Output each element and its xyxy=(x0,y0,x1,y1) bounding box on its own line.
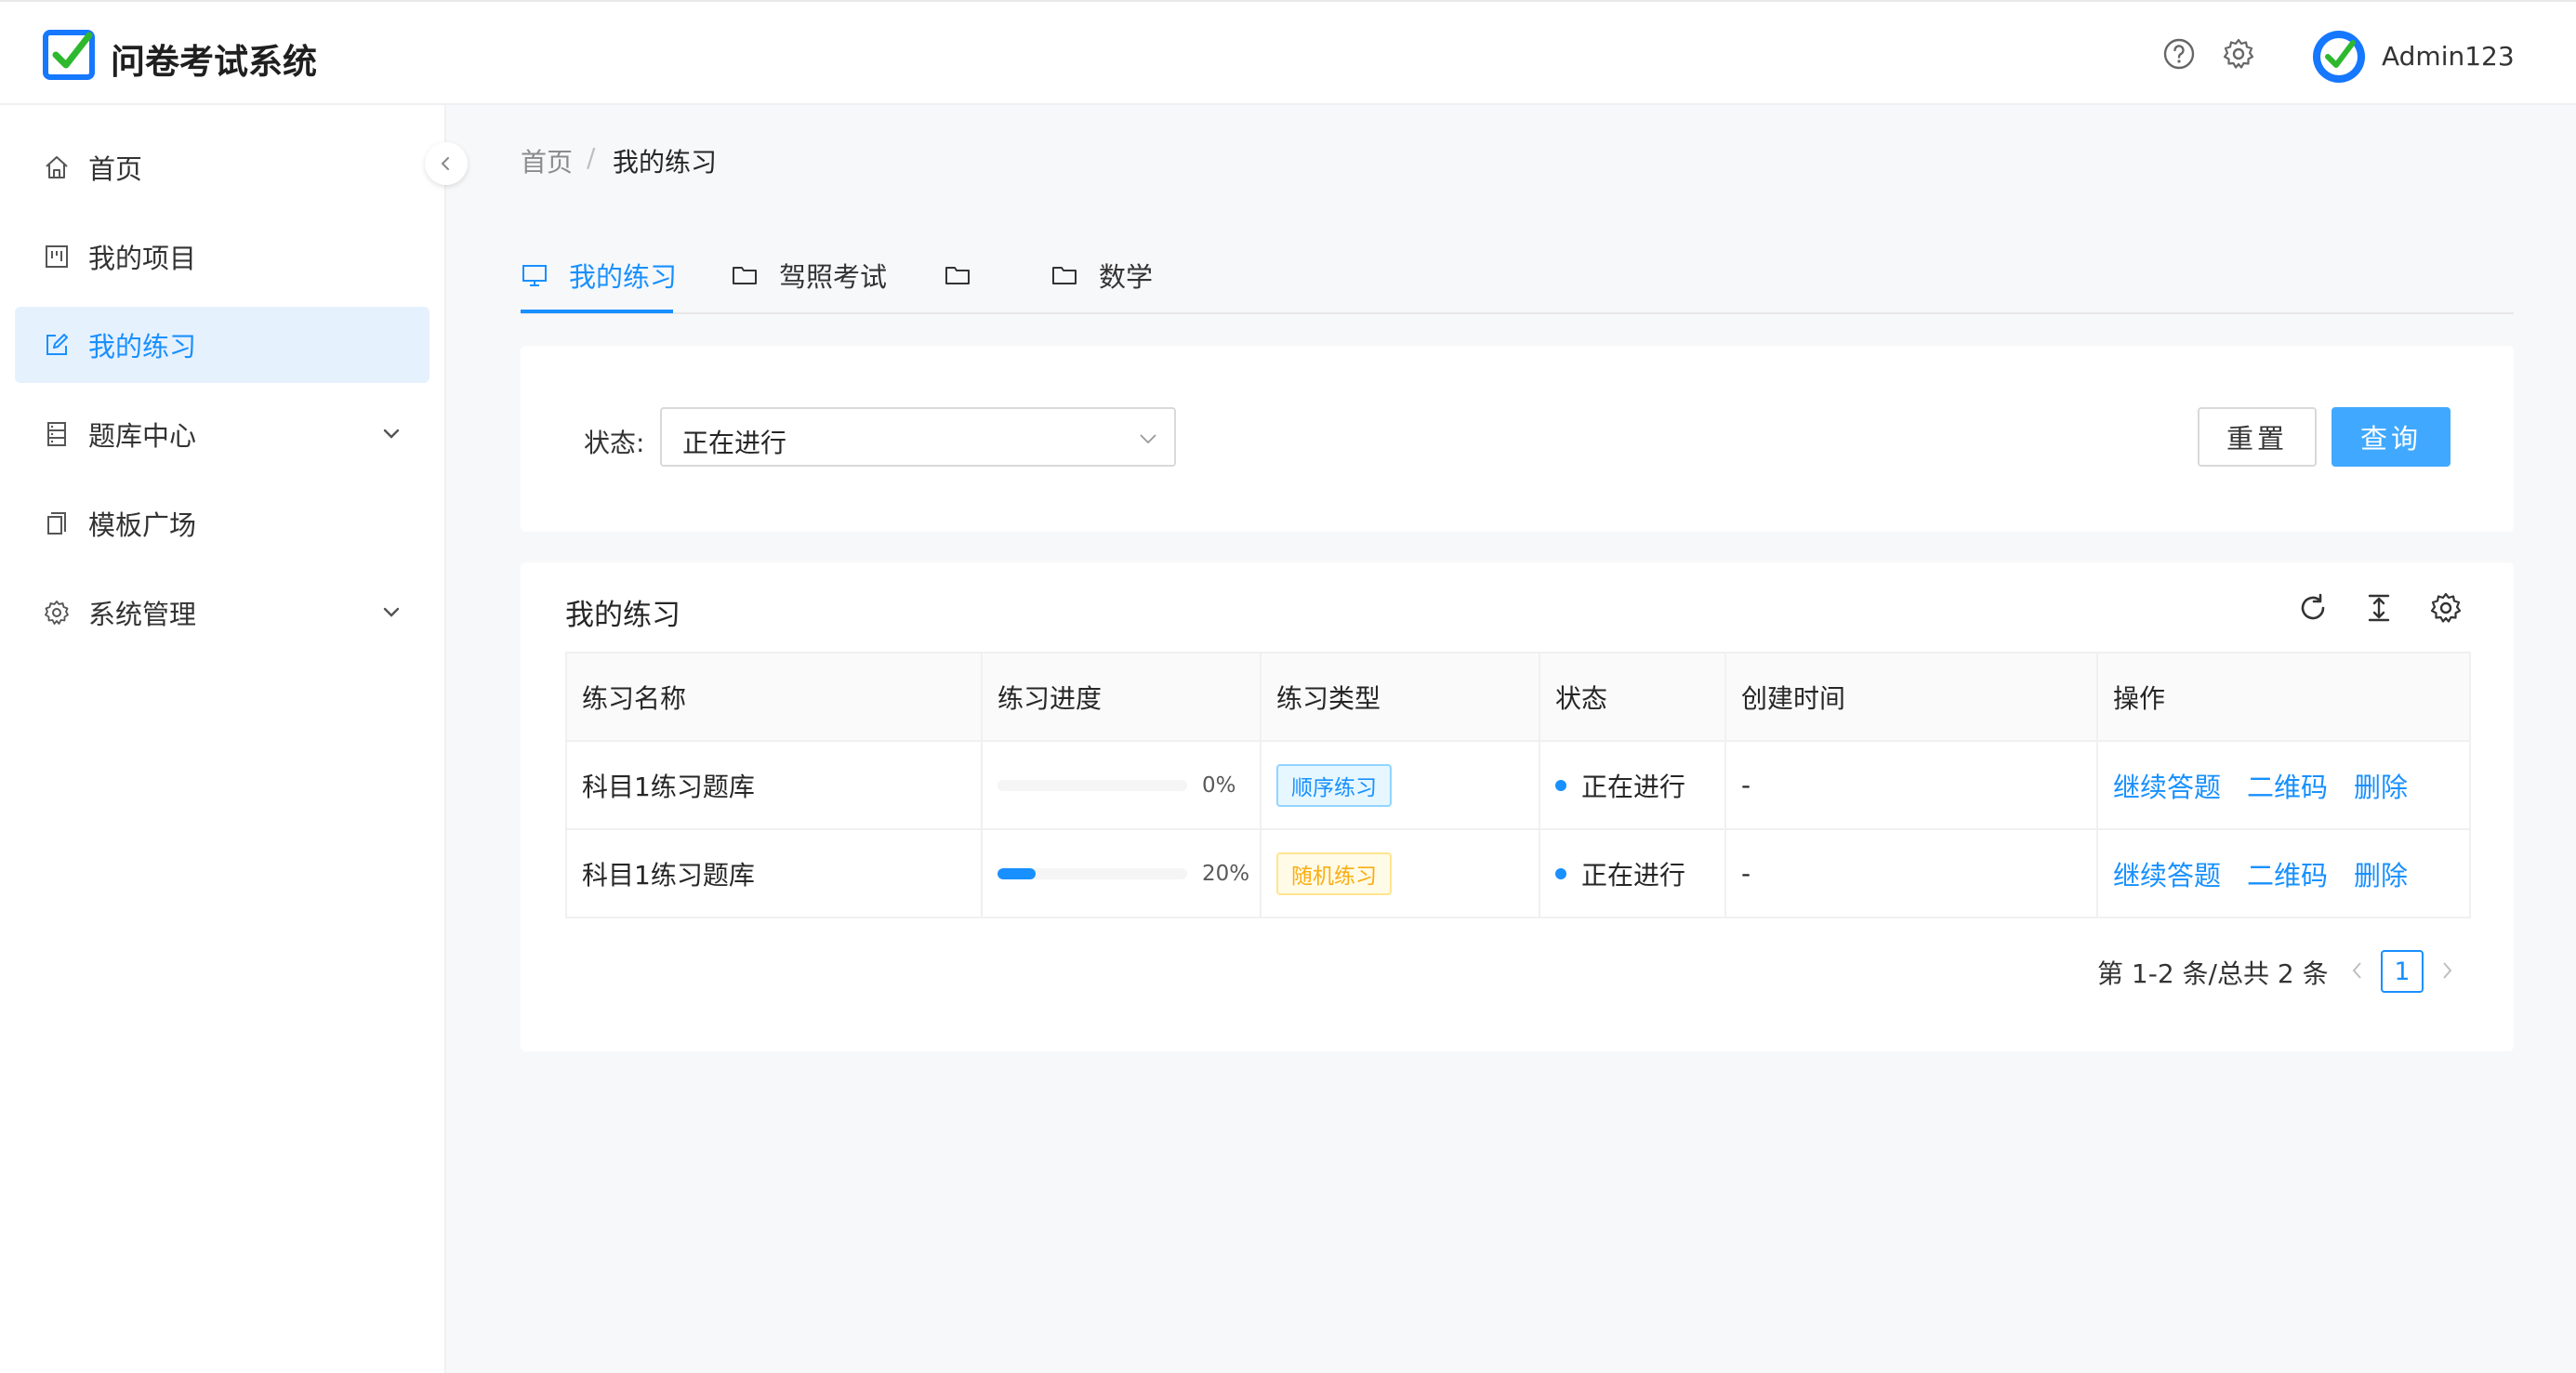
tab-driving-exam[interactable]: 驾照考试 xyxy=(731,257,887,294)
sidebar-item-label: 首页 xyxy=(88,153,143,185)
breadcrumb-separator: / xyxy=(587,142,596,173)
qrcode-link[interactable]: 二维码 xyxy=(2247,772,2328,803)
progress-bar: 20% xyxy=(997,862,1260,886)
practice-type-tag: 随机练习 xyxy=(1276,852,1392,895)
template-icon xyxy=(47,512,66,535)
tab-my-practice[interactable]: 我的练习 xyxy=(521,257,677,294)
edit-icon xyxy=(46,334,68,355)
table-title: 我的练习 xyxy=(565,599,680,632)
database-icon xyxy=(47,422,66,446)
page-number-button[interactable]: 1 xyxy=(2381,950,2424,993)
chevron-down-icon xyxy=(383,429,400,439)
help-icon[interactable] xyxy=(2162,37,2196,71)
chevron-right-icon[interactable] xyxy=(2436,957,2458,984)
chevron-left-icon xyxy=(441,157,449,170)
continue-answer-link[interactable]: 继续答题 xyxy=(2113,772,2221,803)
app-logo-icon xyxy=(43,30,95,80)
refresh-icon[interactable] xyxy=(2296,591,2330,625)
sidebar xyxy=(0,105,446,1373)
table-header-row: 练习名称 练习进度 练习类型 状态 创建时间 操作 xyxy=(565,652,2471,742)
tab-label: 驾照考试 xyxy=(779,261,888,293)
chevron-down-icon xyxy=(1140,434,1156,444)
status-text: 正在进行 xyxy=(1581,771,1686,802)
status-badge: 正在进行 xyxy=(1555,767,1724,804)
sidebar-item-question-bank[interactable]: 题库中心 xyxy=(15,396,429,472)
tabs-divider xyxy=(521,312,2514,314)
progress-fill xyxy=(997,867,1036,879)
table-row: 科目1练习题库 0% 顺序练习 正在进行 - 继续答题 二维码 删除 xyxy=(565,740,2471,830)
created-time: - xyxy=(1724,740,2098,830)
desktop-icon xyxy=(522,265,547,286)
table-row: 科目1练习题库 20% 随机练习 正在进行 - 继续答题 二维码 删除 xyxy=(565,828,2471,918)
username[interactable]: Admin123 xyxy=(2382,41,2515,72)
sidebar-item-label: 题库中心 xyxy=(88,420,197,452)
progress-text: 20% xyxy=(1202,861,1250,886)
breadcrumb-current: 我的练习 xyxy=(613,147,718,178)
qrcode-link[interactable]: 二维码 xyxy=(2247,860,2328,891)
tab-label: 我的练习 xyxy=(569,261,678,293)
folder-icon xyxy=(945,267,970,284)
status-select[interactable]: 正在进行 xyxy=(660,407,1176,467)
column-header: 创建时间 xyxy=(1724,652,2098,742)
gear-icon xyxy=(45,601,69,625)
delete-link[interactable]: 删除 xyxy=(2354,860,2408,891)
delete-link[interactable]: 删除 xyxy=(2354,772,2408,803)
query-button[interactable]: 查询 xyxy=(2332,407,2451,467)
progress-bar: 0% xyxy=(997,773,1260,798)
sidebar-item-label: 我的练习 xyxy=(88,331,197,363)
progress-text: 0% xyxy=(1202,772,1236,798)
tab-math[interactable]: 数学 xyxy=(1050,257,1153,294)
gear-icon[interactable] xyxy=(2222,37,2255,71)
chevron-left-icon[interactable] xyxy=(2346,957,2369,984)
top-header: 问卷考试系统 Admin123 xyxy=(0,0,2576,105)
project-icon xyxy=(46,245,68,268)
folder-icon xyxy=(733,267,757,284)
status-select-value: 正在进行 xyxy=(682,428,787,458)
created-time: - xyxy=(1724,828,2098,918)
practice-type-tag: 顺序练习 xyxy=(1276,763,1392,807)
sidebar-item-my-practice[interactable]: 我的练习 xyxy=(15,307,429,383)
avatar[interactable] xyxy=(2312,30,2366,84)
practice-name: 科目1练习题库 xyxy=(565,740,983,830)
status-text: 正在进行 xyxy=(1581,859,1686,891)
sidebar-item-system[interactable]: 系统管理 xyxy=(15,574,429,651)
sidebar-item-templates[interactable]: 模板广场 xyxy=(15,485,429,561)
column-header: 练习进度 xyxy=(981,652,1262,742)
status-dot xyxy=(1555,867,1566,879)
column-header: 练习名称 xyxy=(565,652,983,742)
column-height-icon[interactable] xyxy=(2362,591,2396,625)
sidebar-item-projects[interactable]: 我的项目 xyxy=(15,218,429,295)
sidebar-item-label: 模板广场 xyxy=(88,509,197,541)
status-dot xyxy=(1555,779,1566,791)
gear-icon[interactable] xyxy=(2429,591,2463,625)
breadcrumb-home[interactable]: 首页 xyxy=(521,142,573,179)
tab-label: 数学 xyxy=(1099,261,1154,293)
column-header: 练习类型 xyxy=(1260,652,1540,742)
chevron-down-icon xyxy=(383,607,400,617)
pagination-total: 第 1-2 条/总共 2 条 xyxy=(2097,958,2329,989)
sidebar-item-label: 我的项目 xyxy=(88,243,197,274)
sidebar-item-label: 系统管理 xyxy=(88,599,197,630)
practice-table: 练习名称 练习进度 练习类型 状态 创建时间 操作 科目1练习题库 0% 顺序练… xyxy=(565,652,2471,918)
folder-icon xyxy=(1052,267,1077,284)
home-icon xyxy=(46,156,68,178)
column-header: 状态 xyxy=(1539,652,1726,742)
status-badge: 正在进行 xyxy=(1555,855,1724,892)
sidebar-item-home[interactable]: 首页 xyxy=(15,129,429,205)
column-header: 操作 xyxy=(2096,652,2471,742)
status-filter-label: 状态: xyxy=(584,428,645,458)
tab-untitled[interactable] xyxy=(944,257,992,294)
app-title: 问卷考试系统 xyxy=(111,42,317,82)
practice-name: 科目1练习题库 xyxy=(565,828,983,918)
sidebar-collapse-button[interactable] xyxy=(425,142,468,185)
reset-button[interactable]: 重置 xyxy=(2198,407,2317,467)
continue-answer-link[interactable]: 继续答题 xyxy=(2113,860,2221,891)
active-tab-indicator xyxy=(521,310,673,313)
